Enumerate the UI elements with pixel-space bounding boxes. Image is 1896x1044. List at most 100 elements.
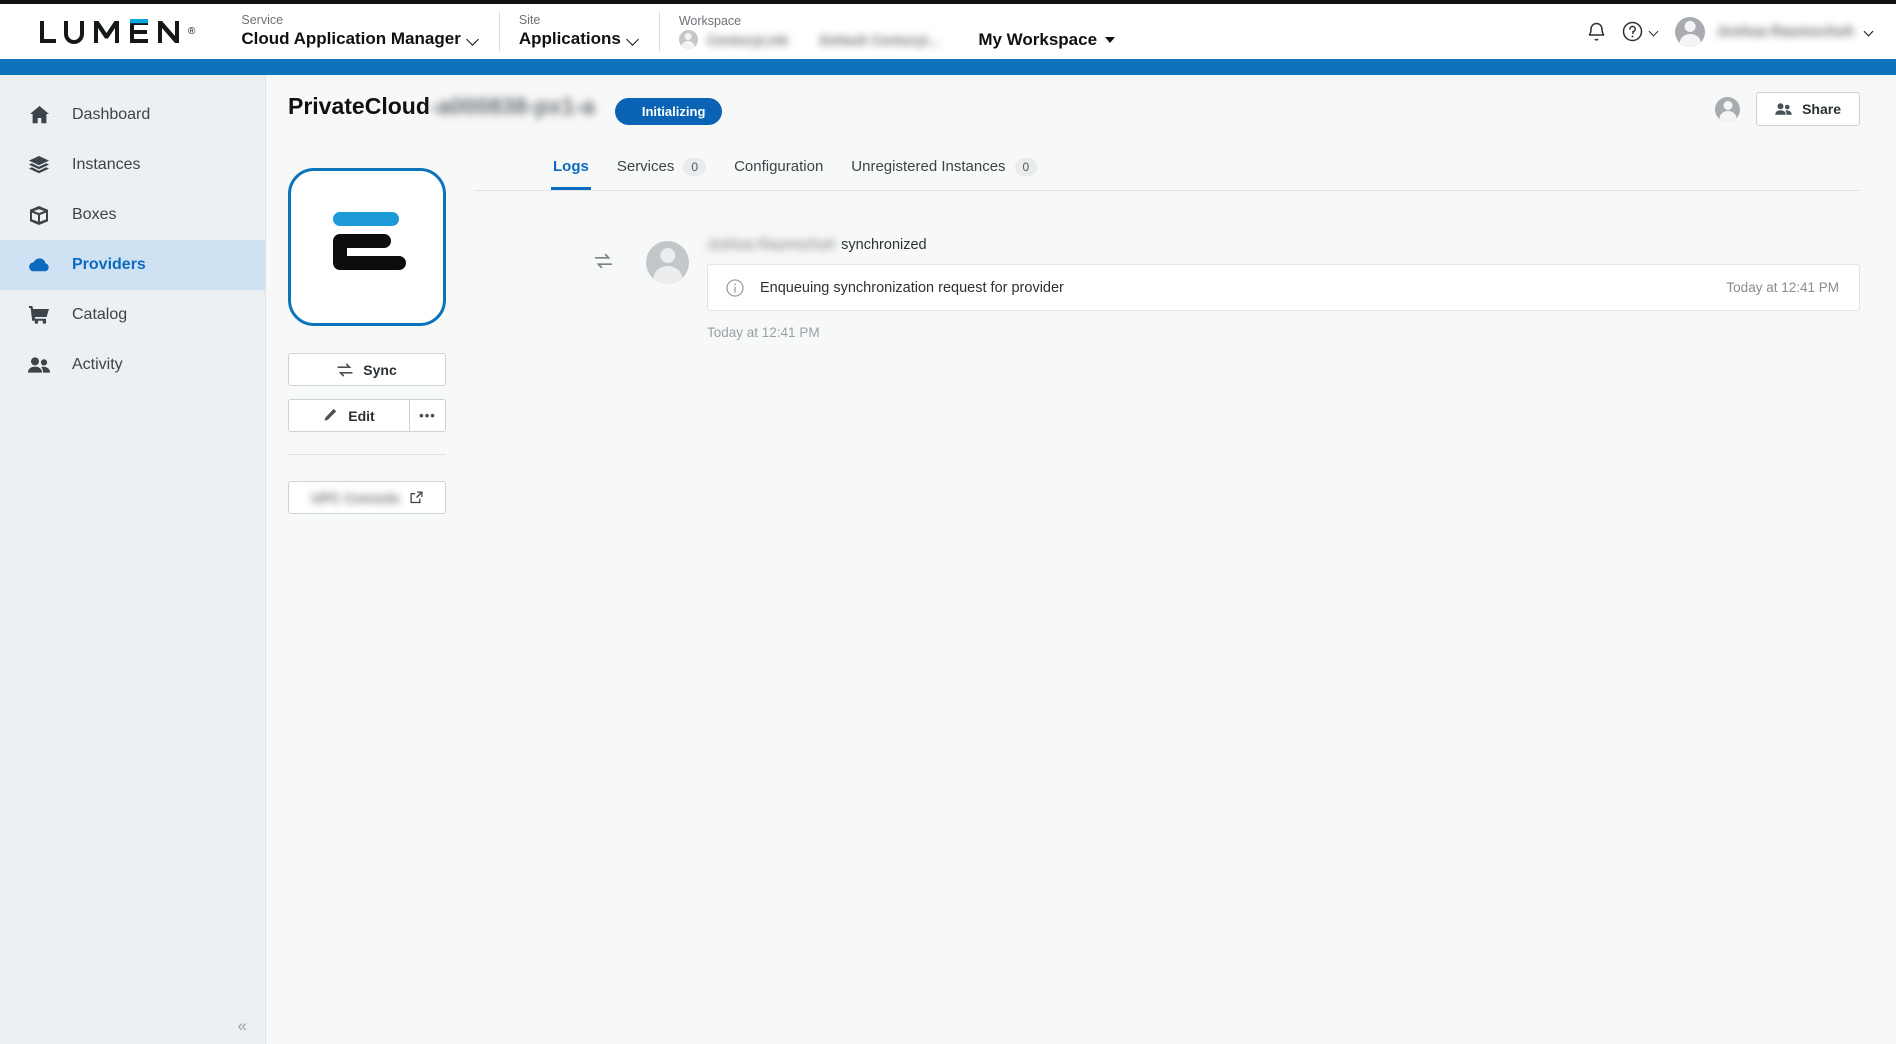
sidebar-item-label: Providers xyxy=(72,256,146,273)
cloud-icon xyxy=(26,258,52,272)
site-value-text: Applications xyxy=(518,29,621,49)
provider-panel: Sync Edit ••• UPC Console xyxy=(266,143,456,514)
workspace-sub-name: Default Centuryl... xyxy=(819,31,940,48)
sidebar-nav: Dashboard Instances Boxes Providers Cata… xyxy=(0,75,266,1044)
upc-console-label: UPC Console xyxy=(311,489,400,506)
log-message-card: Enqueuing synchronization request for pr… xyxy=(707,264,1860,311)
sidebar-item-label: Activity xyxy=(72,356,123,373)
lumen-wordmark-icon xyxy=(38,18,186,45)
lumen-e-mark-icon xyxy=(333,212,406,270)
help-menu[interactable] xyxy=(1622,21,1659,42)
page-title-text: PrivateCloud xyxy=(288,92,430,119)
log-actor: Joshua Raumschuh xyxy=(707,237,836,253)
status-badge-label: Initializing xyxy=(641,104,706,120)
sidebar-item-instances[interactable]: Instances xyxy=(0,140,265,190)
log-action: synchronized xyxy=(841,237,927,253)
site-value: Applications xyxy=(519,28,639,51)
console-button-wrap: UPC Console xyxy=(288,481,456,514)
more-actions-button[interactable]: ••• xyxy=(409,399,446,432)
tab-count-badge: 0 xyxy=(1014,157,1038,176)
sidebar-items: Dashboard Instances Boxes Providers Cata… xyxy=(0,75,265,390)
user-name: Joshua Raumschuh xyxy=(1716,23,1854,40)
status-badge: Initializing xyxy=(614,98,723,126)
sidebar-item-providers[interactable]: Providers xyxy=(0,240,265,290)
tab-label: Unregistered Instances xyxy=(851,158,1006,175)
sidebar-item-label: Dashboard xyxy=(72,106,151,123)
pencil-icon xyxy=(323,408,338,423)
sidebar-item-boxes[interactable]: Boxes xyxy=(0,190,265,240)
service-selector[interactable]: Service Cloud Application Manager xyxy=(221,4,498,59)
tab-logs[interactable]: Logs xyxy=(539,143,603,190)
edit-button[interactable]: Edit xyxy=(288,399,409,432)
info-circle-icon xyxy=(726,278,744,297)
log-message-time: Today at 12:41 PM xyxy=(1726,280,1839,295)
tab-services[interactable]: Services 0 xyxy=(603,143,720,190)
workspace-row: CenturyLink Default Centuryl... My Works… xyxy=(678,29,1116,50)
service-value-text: Cloud Application Manager xyxy=(241,29,461,49)
share-button[interactable]: Share xyxy=(1756,92,1860,126)
avatar xyxy=(1715,96,1741,122)
main-content: PrivateCloud -a000838-px1-a Initializing xyxy=(266,75,1896,1044)
avatar xyxy=(1675,16,1706,47)
edit-button-group: Edit ••• xyxy=(288,399,446,432)
log-footer-time: Today at 12:41 PM xyxy=(707,325,820,340)
service-label: Service xyxy=(241,12,284,27)
sidebar-item-label: Instances xyxy=(72,156,141,173)
tab-configuration[interactable]: Configuration xyxy=(720,143,837,190)
sidebar-item-activity[interactable]: Activity xyxy=(0,340,265,390)
header-actions: Joshua Raumschuh xyxy=(1587,4,1896,59)
avatar xyxy=(646,241,689,284)
user-menu[interactable]: Joshua Raumschuh xyxy=(1675,16,1874,47)
upc-console-button[interactable]: UPC Console xyxy=(288,481,446,514)
log-message-text: Enqueuing synchronization request for pr… xyxy=(760,279,1064,296)
panel-divider xyxy=(288,454,446,455)
workspace-avatar xyxy=(678,30,698,50)
tab-label: Logs xyxy=(553,158,589,175)
chevron-down-icon xyxy=(468,34,479,45)
home-icon xyxy=(26,106,52,124)
provider-logo xyxy=(288,168,446,326)
chevron-down-icon xyxy=(1865,27,1874,36)
top-header-bar: ® Service Cloud Application Manager Site… xyxy=(0,4,1896,59)
workspace-org-name: CenturyLink xyxy=(706,31,789,48)
sync-button[interactable]: Sync xyxy=(288,353,446,386)
page-title: PrivateCloud -a000838-px1-a Initializing xyxy=(288,92,723,126)
tab-count-badge: 0 xyxy=(683,157,707,176)
status-dot-icon xyxy=(631,109,636,114)
people-icon xyxy=(26,357,52,373)
chevron-down-icon xyxy=(628,34,639,45)
workspace-label: Workspace xyxy=(678,14,742,29)
page-header: PrivateCloud -a000838-px1-a Initializing xyxy=(266,75,1896,143)
log-headline: Joshua Raumschuh synchronized xyxy=(707,237,1860,253)
shopping-cart-icon xyxy=(26,306,52,324)
chevron-down-icon xyxy=(1650,27,1659,36)
tab-label: Configuration xyxy=(734,158,824,175)
help-circle-icon xyxy=(1622,21,1643,42)
sidebar-collapse-button[interactable]: « xyxy=(238,1017,247,1034)
layers-icon xyxy=(26,156,52,174)
bell-icon[interactable] xyxy=(1587,21,1606,42)
sync-button-label: Sync xyxy=(363,361,397,378)
tab-bar: Logs Services 0 Configuration Unregister… xyxy=(474,143,1860,191)
log-body: Joshua Raumschuh synchronized Enqueuing … xyxy=(707,237,1860,340)
tab-label: Services xyxy=(616,158,675,175)
brand-accent-bar xyxy=(0,59,1896,75)
lumen-logo[interactable]: ® xyxy=(0,4,221,59)
sync-icon xyxy=(594,237,646,340)
sync-icon xyxy=(337,363,353,377)
external-link-icon xyxy=(410,491,423,504)
log-entry: Joshua Raumschuh synchronized Enqueuing … xyxy=(474,191,1860,340)
registered-mark: ® xyxy=(188,26,196,37)
my-workspace-dropdown[interactable]: My Workspace xyxy=(978,29,1116,50)
share-button-label: Share xyxy=(1802,101,1841,117)
detail-panel: Logs Services 0 Configuration Unregister… xyxy=(456,143,1896,340)
caret-down-icon xyxy=(1105,36,1116,43)
sidebar-item-catalog[interactable]: Catalog xyxy=(0,290,265,340)
sidebar-item-dashboard[interactable]: Dashboard xyxy=(0,90,265,140)
site-label: Site xyxy=(518,12,541,27)
sidebar-item-label: Catalog xyxy=(72,306,128,323)
tab-unregistered-instances[interactable]: Unregistered Instances 0 xyxy=(837,143,1051,190)
my-workspace-label: My Workspace xyxy=(978,29,1098,49)
site-selector[interactable]: Site Applications xyxy=(498,4,659,59)
workspace-selector[interactable]: Workspace CenturyLink Default Centuryl..… xyxy=(658,4,1135,59)
